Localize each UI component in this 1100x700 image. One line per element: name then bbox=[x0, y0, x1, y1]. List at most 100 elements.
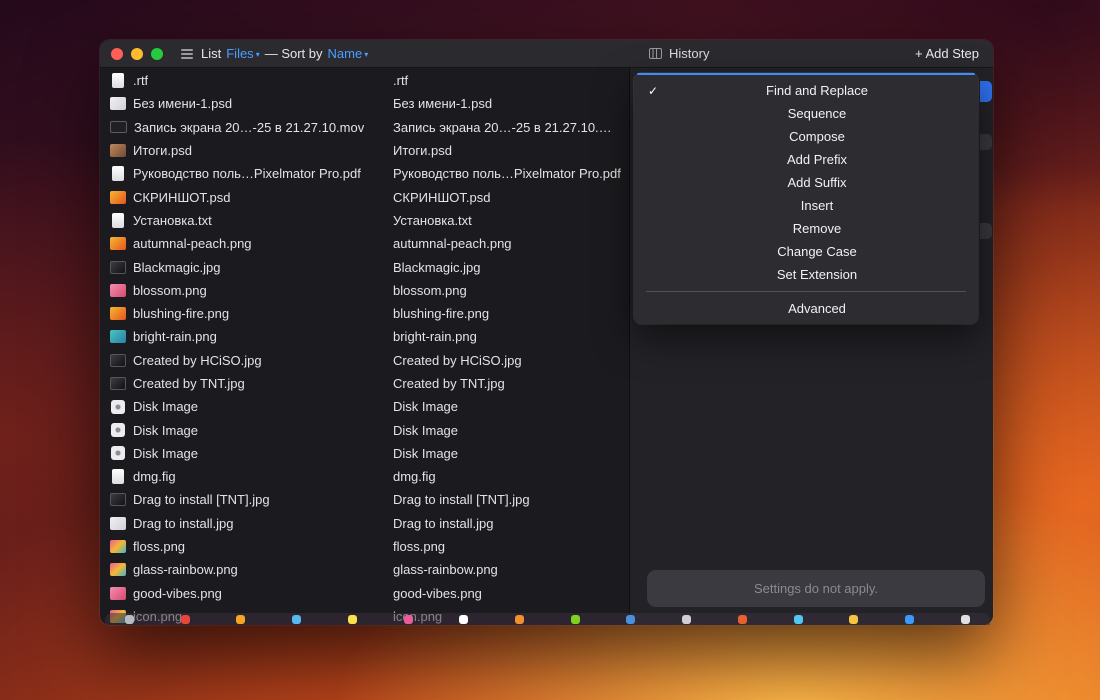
file-original: Disk Image bbox=[110, 446, 393, 461]
dock-app-icon[interactable] bbox=[961, 615, 970, 624]
file-row[interactable]: bright-rain.png bright-rain.png bbox=[100, 325, 629, 348]
file-row[interactable]: good-vibes.pnggood-vibes.png bbox=[100, 582, 629, 605]
file-row[interactable]: Disk ImageDisk Image bbox=[100, 418, 629, 441]
menu-item-label: Compose bbox=[789, 129, 845, 144]
file-original: Установка.txt bbox=[110, 213, 393, 228]
titlebar: List Files ▾ — Sort by Name ▾ History + … bbox=[100, 40, 993, 68]
file-icon bbox=[110, 144, 126, 157]
menu-item-change-case[interactable]: Change Case bbox=[634, 240, 978, 263]
dock-app-icon[interactable] bbox=[626, 615, 635, 624]
file-row[interactable]: autumnal-peach.pngautumnal-peach.png bbox=[100, 232, 629, 255]
menu-item-add-suffix[interactable]: Add Suffix bbox=[634, 171, 978, 194]
file-original: Drag to install [TNT].jpg bbox=[110, 492, 393, 507]
dock-app-icon[interactable] bbox=[738, 615, 747, 624]
file-row[interactable]: .rtf.rtf bbox=[100, 69, 629, 92]
menu-item-insert[interactable]: Insert bbox=[634, 194, 978, 217]
file-row[interactable]: Disk ImageDisk Image bbox=[100, 395, 629, 418]
file-row[interactable]: blushing-fire.pngblushing-fire.png bbox=[100, 302, 629, 325]
file-row[interactable]: Установка.txtУстановка.txt bbox=[100, 209, 629, 232]
traffic-lights bbox=[100, 48, 163, 60]
file-preview-name: Created by TNT.jpg bbox=[393, 376, 629, 391]
list-view-icon bbox=[181, 49, 193, 59]
dock-app-icon[interactable] bbox=[905, 615, 914, 624]
menu-item-add-prefix[interactable]: Add Prefix bbox=[634, 148, 978, 171]
file-name: glass-rainbow.png bbox=[133, 562, 238, 577]
file-name: Drag to install [TNT].jpg bbox=[133, 492, 270, 507]
file-name: Created by HCiSO.jpg bbox=[133, 353, 262, 368]
file-name: good-vibes.png bbox=[133, 586, 222, 601]
menu-item-label: Add Prefix bbox=[787, 152, 847, 167]
file-icon bbox=[110, 307, 126, 320]
dock-app-icon[interactable] bbox=[404, 615, 413, 624]
menu-item-label: Sequence bbox=[788, 106, 847, 121]
file-name: floss.png bbox=[133, 539, 185, 554]
files-dropdown[interactable]: Files ▾ bbox=[226, 46, 259, 61]
file-icon bbox=[112, 469, 124, 484]
history-icon bbox=[649, 48, 662, 59]
file-icon bbox=[110, 121, 127, 133]
file-row[interactable]: glass-rainbow.pngglass-rainbow.png bbox=[100, 558, 629, 581]
sort-key-dropdown[interactable]: Name ▾ bbox=[328, 46, 369, 61]
file-name: bright-rain.png bbox=[133, 329, 217, 344]
dock-app-icon[interactable] bbox=[292, 615, 301, 624]
file-row[interactable]: Итоги.psdИтоги.psd bbox=[100, 139, 629, 162]
file-row[interactable]: Disk ImageDisk Image bbox=[100, 442, 629, 465]
list-label: List bbox=[201, 46, 221, 61]
menu-item-label: Advanced bbox=[788, 301, 846, 316]
file-original: Created by HCiSO.jpg bbox=[110, 353, 393, 368]
dock-app-icon[interactable] bbox=[571, 615, 580, 624]
file-original: Disk Image bbox=[110, 399, 393, 414]
file-row[interactable]: Запись экрана 20…-25 в 21.27.10.movЗапис… bbox=[100, 116, 629, 139]
file-row[interactable]: Руководство поль…Pixelmator Pro.pdfРуков… bbox=[100, 162, 629, 185]
zoom-button[interactable] bbox=[151, 48, 163, 60]
menu-item-advanced[interactable]: Advanced bbox=[634, 297, 978, 320]
dock-strip bbox=[105, 613, 990, 625]
file-row[interactable]: Created by TNT.jpgCreated by TNT.jpg bbox=[100, 372, 629, 395]
file-name: blossom.png bbox=[133, 283, 207, 298]
dock-app-icon[interactable] bbox=[125, 615, 134, 624]
file-icon bbox=[110, 261, 126, 274]
file-preview-name: Запись экрана 20…-25 в 21.27.10.mov bbox=[393, 120, 629, 135]
file-icon bbox=[110, 354, 126, 367]
file-original: blossom.png bbox=[110, 283, 393, 298]
menu-item-compose[interactable]: Compose bbox=[634, 125, 978, 148]
file-original: dmg.fig bbox=[110, 469, 393, 484]
file-icon bbox=[110, 517, 126, 530]
file-list: .rtf.rtfБез имени-1.psdБез имени-1.psdЗа… bbox=[100, 68, 630, 625]
file-name: Итоги.psd bbox=[133, 143, 192, 158]
file-row[interactable]: blossom.pngblossom.png bbox=[100, 279, 629, 302]
file-row[interactable]: Created by HCiSO.jpgCreated by HCiSO.jpg bbox=[100, 349, 629, 372]
file-original: Created by TNT.jpg bbox=[110, 376, 393, 391]
menu-item-find-and-replace[interactable]: ✓Find and Replace bbox=[634, 79, 978, 102]
menu-item-remove[interactable]: Remove bbox=[634, 217, 978, 240]
file-original: Без имени-1.psd bbox=[110, 96, 393, 111]
dock-app-icon[interactable] bbox=[794, 615, 803, 624]
file-original: Руководство поль…Pixelmator Pro.pdf bbox=[110, 166, 393, 181]
file-row[interactable]: dmg.figdmg.fig bbox=[100, 465, 629, 488]
dock-app-icon[interactable] bbox=[348, 615, 357, 624]
file-original: Blackmagic.jpg bbox=[110, 260, 393, 275]
file-original: Запись экрана 20…-25 в 21.27.10.mov bbox=[110, 120, 393, 135]
minimize-button[interactable] bbox=[131, 48, 143, 60]
file-row[interactable]: Drag to install [TNT].jpgDrag to install… bbox=[100, 488, 629, 511]
dock-app-icon[interactable] bbox=[181, 615, 190, 624]
close-button[interactable] bbox=[111, 48, 123, 60]
add-step-button[interactable]: + Add Step bbox=[915, 40, 979, 67]
file-row[interactable]: Blackmagic.jpgBlackmagic.jpg bbox=[100, 255, 629, 278]
file-row[interactable]: СКРИНШОТ.psdСКРИНШОТ.psd bbox=[100, 185, 629, 208]
file-preview-name: Без имени-1.psd bbox=[393, 96, 629, 111]
dock-app-icon[interactable] bbox=[459, 615, 468, 624]
file-icon bbox=[112, 73, 124, 88]
dock-app-icon[interactable] bbox=[682, 615, 691, 624]
menu-item-set-extension[interactable]: Set Extension bbox=[634, 263, 978, 286]
menu-item-label: Set Extension bbox=[777, 267, 857, 282]
file-preview-name: bright-rain.png bbox=[393, 329, 629, 344]
dock-app-icon[interactable] bbox=[236, 615, 245, 624]
file-row[interactable]: Без имени-1.psdБез имени-1.psd bbox=[100, 92, 629, 115]
file-row[interactable]: floss.pngfloss.png bbox=[100, 535, 629, 558]
menu-item-sequence[interactable]: Sequence bbox=[634, 102, 978, 125]
dock-app-icon[interactable] bbox=[849, 615, 858, 624]
file-row[interactable]: Drag to install.jpgDrag to install.jpg bbox=[100, 512, 629, 535]
dock-app-icon[interactable] bbox=[515, 615, 524, 624]
file-icon bbox=[110, 237, 126, 250]
